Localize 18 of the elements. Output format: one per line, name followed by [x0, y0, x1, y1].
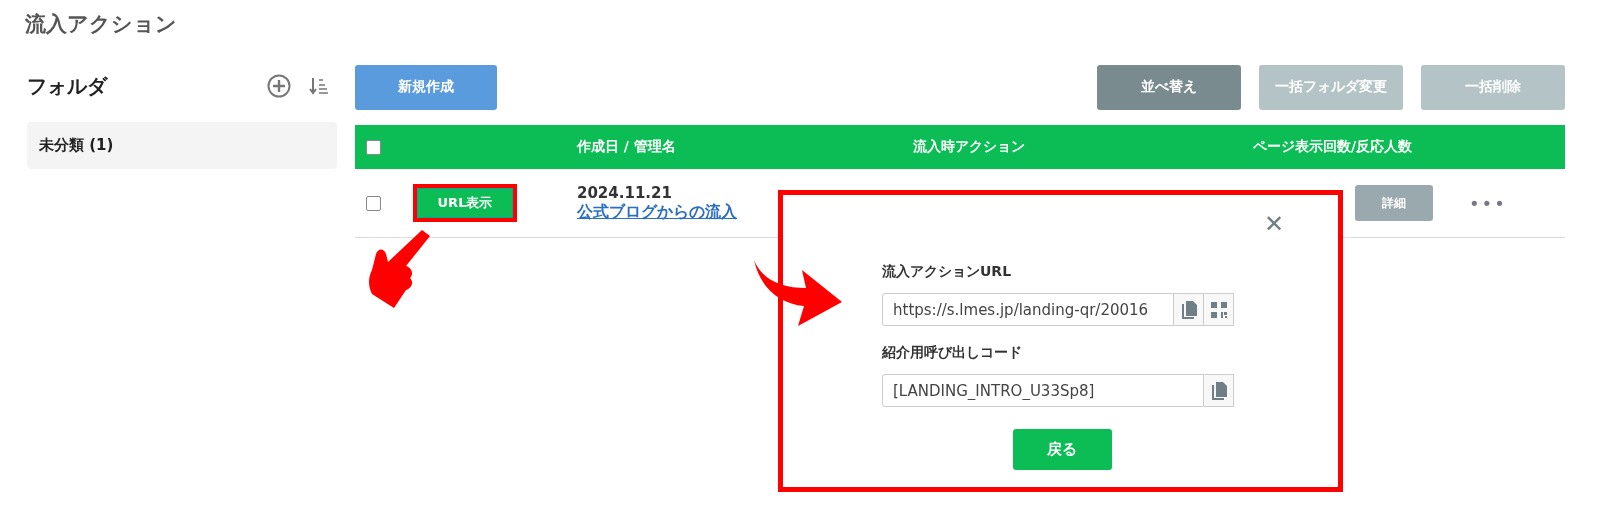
name-link[interactable]: 公式ブログからの流入	[577, 201, 737, 221]
back-button[interactable]: 戻る	[1012, 429, 1112, 470]
created-date: 2024.11.21	[577, 183, 673, 202]
field-label: 紹介用呼び出しコード	[882, 344, 1023, 362]
folder-item[interactable]: 未分類 (1)	[27, 122, 337, 169]
column-header: 流入時アクション	[913, 138, 1025, 154]
sidebar-title: フォルダ	[27, 72, 109, 100]
text-field[interactable]: [LANDING_INTRO_U33Sp8]	[882, 374, 1204, 407]
more-button[interactable]: •••	[1463, 191, 1513, 215]
column-header: 作成日 / 管理名	[577, 138, 676, 154]
create-button[interactable]: 新規作成	[355, 64, 497, 110]
url-button[interactable]: URL表示	[417, 188, 513, 218]
toolbar-button[interactable]: 並べ替え	[1097, 64, 1241, 110]
field-label: 流入アクションURL	[882, 263, 1013, 281]
detail-button[interactable]: 詳細	[1355, 185, 1433, 221]
page-title: 流入アクション	[24, 11, 178, 38]
column-header: ページ表示回数/反応人数	[1253, 138, 1413, 154]
text-field[interactable]: https://s.lmes.jp/landing-qr/20016	[882, 293, 1174, 326]
